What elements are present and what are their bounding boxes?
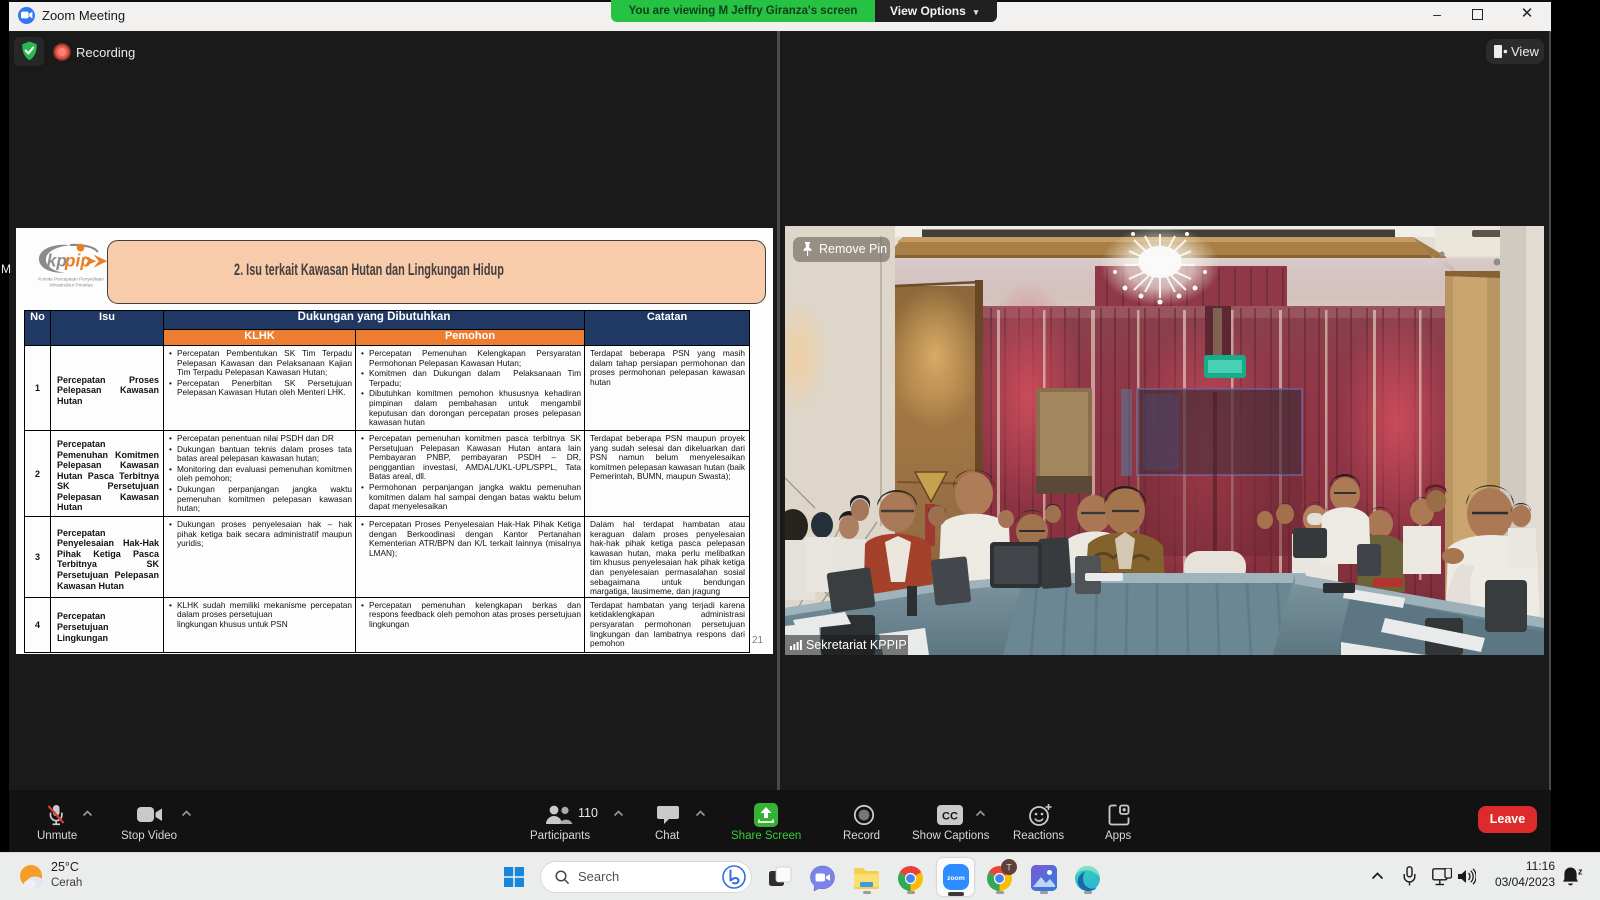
svg-text:zoom: zoom (947, 875, 965, 882)
svg-text:pip: pip (64, 251, 91, 271)
svg-text:Komite Percepatan Penyediaan: Komite Percepatan Penyediaan (38, 277, 104, 282)
svg-text:Infrastruktur Prioritas: Infrastruktur Prioritas (49, 283, 93, 288)
svg-text:z: z (1578, 867, 1583, 877)
svg-text:T: T (1006, 863, 1012, 873)
svg-text:CC: CC (942, 811, 958, 823)
